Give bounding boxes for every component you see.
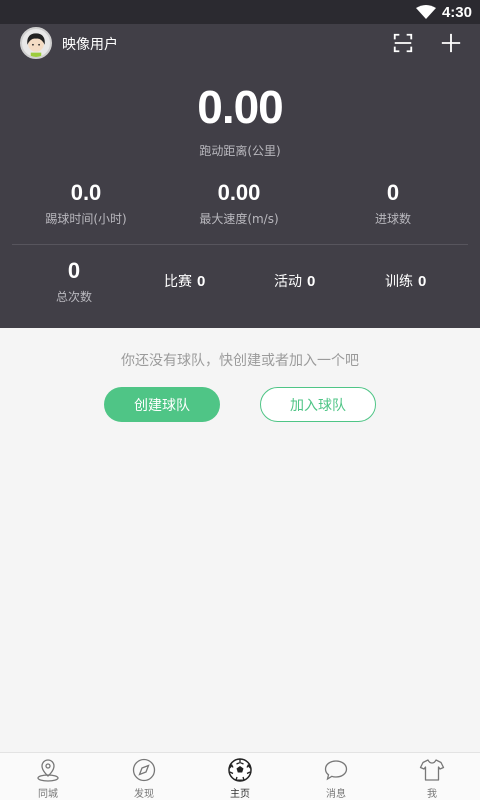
tab-messages[interactable]: 消息 (288, 753, 384, 800)
stat-training: 训练 0 (385, 271, 426, 291)
stats-divider (12, 244, 468, 245)
match-label: 比赛 (164, 274, 192, 290)
create-team-button[interactable]: 创建球队 (104, 387, 220, 422)
stat-goals: 0 进球数 (323, 180, 463, 227)
distance-value: 0.00 (197, 81, 284, 133)
shirt-icon (419, 759, 445, 781)
no-team-message: 你还没有球队，快创建或者加入一个吧 (121, 353, 359, 369)
stat-total: 0 总次数 (4, 258, 144, 305)
username[interactable]: 映像用户 (62, 34, 118, 54)
max-speed-value: 0.00 (217, 180, 261, 205)
bottom-tab-bar: 同城 发现 主页 消息 我 (0, 752, 480, 800)
stat-match: 比赛 0 (164, 271, 205, 291)
activity-label: 活动 (274, 274, 302, 290)
add-button[interactable] (438, 30, 464, 56)
tab-label: 我 (427, 789, 437, 800)
join-team-button[interactable]: 加入球队 (260, 387, 376, 422)
location-icon (37, 759, 59, 782)
wifi-icon (415, 5, 436, 19)
tab-nearby[interactable]: 同城 (0, 753, 96, 800)
play-time-label: 踢球时间(小时) (45, 212, 127, 226)
goals-label: 进球数 (374, 212, 411, 226)
distance-label: 跑动距离(公里) (199, 144, 281, 158)
tab-me[interactable]: 我 (384, 753, 480, 800)
total-label: 总次数 (55, 290, 92, 304)
tab-discover[interactable]: 发现 (96, 753, 192, 800)
tab-label: 同城 (38, 789, 58, 800)
chat-bubble-icon (324, 760, 348, 781)
stat-max-speed: 0.00 最大速度(m/s) (169, 180, 309, 227)
scan-button[interactable] (390, 30, 416, 56)
stat-activity: 活动 0 (274, 271, 315, 291)
tab-label: 消息 (326, 789, 346, 800)
goals-value: 0 (386, 180, 400, 205)
avatar-image (27, 33, 45, 57)
stat-play-time: 0.0 踢球时间(小时) (16, 180, 156, 227)
compass-icon (132, 758, 156, 782)
total-value: 0 (67, 258, 81, 283)
stats-panel: 映像用户 0.00 跑动距离(公里) 0.0 踢球时间(小时) 0.00 最大速… (0, 24, 480, 328)
status-bar: 4:30 (0, 0, 480, 24)
activity-value: 0 (307, 273, 316, 290)
tab-home[interactable]: 主页 (192, 753, 288, 800)
top-bar: 映像用户 (0, 24, 480, 64)
tab-label: 主页 (230, 789, 250, 800)
training-label: 训练 (385, 274, 413, 290)
tab-label: 发现 (134, 789, 154, 800)
plus-icon (441, 33, 461, 53)
play-time-value: 0.0 (70, 180, 102, 205)
soccer-ball-icon (228, 758, 252, 782)
match-value: 0 (197, 273, 206, 290)
status-time: 4:30 (441, 3, 472, 21)
training-value: 0 (418, 273, 427, 290)
scan-icon (393, 33, 413, 53)
max-speed-label: 最大速度(m/s) (199, 212, 279, 226)
avatar[interactable] (20, 27, 52, 59)
